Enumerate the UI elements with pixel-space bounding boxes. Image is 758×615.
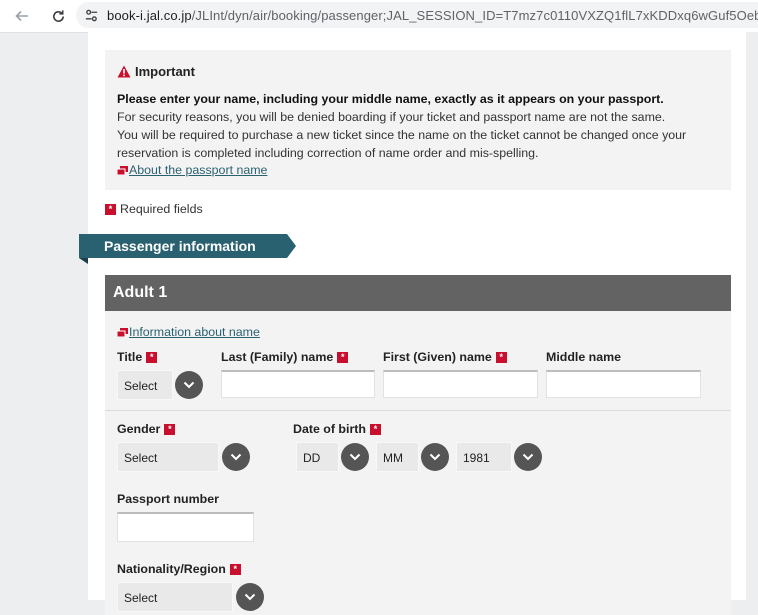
booking-page: Important Please enter your name, includ… [88, 32, 748, 615]
url-host: book-i.jal.co.jp [107, 7, 192, 23]
notice-title: Important [117, 64, 195, 79]
dob-month-button[interactable] [421, 443, 449, 471]
section-title-passenger-information: Passenger information [79, 234, 296, 258]
chevron-down-icon [522, 453, 534, 461]
gender-label-text: Gender [117, 422, 161, 436]
reload-icon [52, 9, 64, 22]
required-fields-note: * Required fields [105, 202, 203, 216]
warning-icon [117, 65, 131, 78]
dob-year-select[interactable]: 1981 [456, 442, 512, 472]
required-mark: * [229, 563, 241, 575]
passport-label-text: Passport number [117, 492, 219, 506]
name-info-link[interactable]: Information about name [117, 325, 260, 339]
chevron-down-icon [349, 453, 361, 461]
first-name-label-text: First (Given) name [383, 350, 492, 364]
gender-select-button[interactable] [222, 443, 250, 471]
ribbon-fold [79, 258, 88, 264]
address-bar[interactable]: book-i.jal.co.jp/JLInt/dyn/air/booking/p… [76, 2, 758, 28]
first-name-input[interactable] [383, 370, 538, 398]
url-path: /JLInt/dyn/air/booking/passenger;JAL_SES… [191, 7, 758, 23]
external-link-icon [117, 327, 128, 337]
back-button[interactable] [10, 4, 34, 28]
last-name-label-text: Last (Family) name [221, 350, 334, 364]
middle-name-label-text: Middle name [546, 350, 622, 364]
title-label-text: Title [117, 350, 143, 364]
dob-label-text: Date of birth [293, 422, 366, 436]
last-name-label: Last (Family) name * [221, 350, 349, 364]
dob-label: Date of birth * [293, 422, 381, 436]
adult-1-panel: Adult 1 Information about name Title * S… [105, 275, 731, 615]
dob-year-button[interactable] [514, 443, 542, 471]
url-text: book-i.jal.co.jp/JLInt/dyn/air/booking/p… [107, 8, 758, 23]
dob-day-button[interactable] [341, 443, 369, 471]
required-mark: * [146, 351, 158, 363]
adult-1-header: Adult 1 [105, 275, 731, 311]
passport-name-link-text[interactable]: About the passport name [129, 163, 267, 177]
chevron-down-icon [230, 453, 242, 461]
notice-line-3: You will be required to purchase a new t… [117, 128, 687, 142]
middle-name-label: Middle name [546, 350, 621, 364]
passport-label: Passport number [117, 492, 219, 506]
required-mark: * [369, 423, 381, 435]
required-mark: * [164, 423, 176, 435]
required-mark: * [495, 351, 507, 363]
first-name-label: First (Given) name * [383, 350, 507, 364]
dob-day-select[interactable]: DD [296, 442, 339, 472]
row-divider [105, 410, 731, 411]
nationality-select[interactable]: Select [117, 582, 233, 612]
gender-select[interactable]: Select [117, 442, 219, 472]
back-arrow-icon [15, 10, 28, 22]
passport-name-link[interactable]: About the passport name [117, 163, 267, 177]
nationality-label-text: Nationality/Region [117, 562, 226, 576]
notice-title-text: Important [135, 64, 195, 79]
title-label: Title * [117, 350, 158, 364]
important-notice: Important Please enter your name, includ… [105, 50, 731, 190]
last-name-input[interactable] [221, 370, 375, 398]
title-select-button[interactable] [175, 371, 203, 399]
gender-label: Gender * [117, 422, 176, 436]
browser-toolbar: book-i.jal.co.jp/JLInt/dyn/air/booking/p… [0, 0, 758, 33]
nationality-label: Nationality/Region * [117, 562, 241, 576]
passport-number-input[interactable] [117, 512, 254, 542]
chevron-down-icon [183, 381, 195, 389]
required-fields-text: Required fields [120, 202, 203, 216]
chevron-down-icon [429, 453, 441, 461]
required-mark: * [337, 351, 349, 363]
notice-line-4: reservation is completed including corre… [117, 146, 539, 160]
notice-bold-line: Please enter your name, including your m… [117, 92, 664, 106]
dob-month-select[interactable]: MM [376, 442, 419, 472]
title-select[interactable]: Select [117, 370, 173, 400]
reload-button[interactable] [46, 4, 70, 28]
notice-line-2: For security reasons, you will be denied… [117, 110, 666, 124]
required-mark: * [105, 203, 116, 215]
nationality-select-button[interactable] [236, 583, 264, 611]
middle-name-input[interactable] [546, 370, 701, 398]
name-info-link-text[interactable]: Information about name [129, 325, 260, 339]
external-link-icon [117, 165, 128, 175]
page-gutter [746, 32, 758, 600]
site-settings-icon[interactable] [84, 6, 99, 24]
